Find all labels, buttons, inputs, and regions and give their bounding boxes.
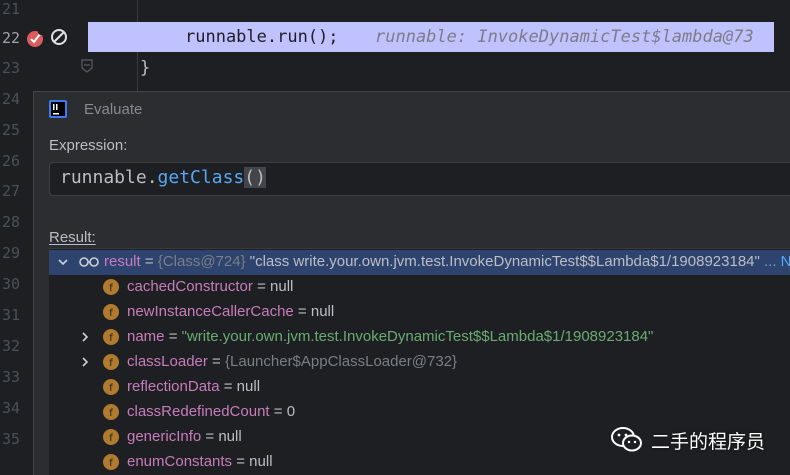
inline-debug-value[interactable]: runnable: InvokeDynamicTest$lambda@73: [375, 27, 754, 47]
wechat-icon: [611, 427, 642, 452]
expression-identifier: runnable: [60, 167, 147, 188]
result-value: "class write.your.own.jvm.test.InvokeDyn…: [245, 253, 760, 270]
result-root-row[interactable]: result = {Class@724} "class write.your.o…: [49, 250, 790, 275]
field-icon: f: [103, 454, 119, 470]
svg-text:f: f: [109, 283, 113, 294]
expression-parens: (): [244, 167, 266, 188]
field-equals: =: [219, 378, 237, 395]
field-row[interactable]: f reflectionData = null: [49, 375, 790, 400]
result-label: Result:: [49, 229, 96, 246]
field-row[interactable]: f newInstanceCallerCache = null: [49, 300, 790, 325]
field-equals: =: [207, 353, 225, 370]
field-icon: f: [103, 304, 119, 320]
svg-text:f: f: [109, 333, 113, 344]
mute-breakpoints-icon[interactable]: [50, 28, 68, 46]
line-number: 35: [1, 430, 20, 448]
field-icon: f: [103, 404, 119, 420]
line-number: 27: [1, 182, 20, 200]
svg-text:f: f: [109, 458, 113, 469]
svg-text:f: f: [109, 308, 113, 319]
field-equals: =: [201, 428, 219, 445]
line-number: 23: [1, 59, 20, 77]
chevron-right-icon[interactable]: [79, 356, 91, 368]
result-ref: {Class@724}: [157, 253, 246, 270]
result-name: result: [104, 253, 141, 270]
field-row[interactable]: f classLoader = {Launcher$AppClassLoader@…: [49, 350, 790, 375]
dialog-header[interactable]: Evaluate: [34, 92, 790, 126]
field-equals: =: [269, 403, 287, 420]
field-equals: =: [293, 303, 311, 320]
field-equals: =: [252, 278, 271, 295]
line-number: 32: [1, 337, 20, 355]
field-name: cachedConstructor: [127, 278, 253, 295]
field-name: genericInfo: [127, 428, 202, 445]
field-value: 0: [286, 403, 296, 420]
fold-marker-icon[interactable]: [80, 58, 94, 74]
intellij-logo-icon: [49, 100, 67, 118]
line-number: 29: [1, 244, 20, 262]
svg-text:f: f: [109, 383, 113, 394]
field-icon: f: [103, 379, 119, 395]
line-number: 21: [1, 0, 20, 18]
field-row[interactable]: f cachedConstructor = null: [49, 275, 790, 300]
field-row[interactable]: f name = "write.your.own.jvm.test.InvokeD…: [49, 325, 790, 350]
line-number: 25: [1, 121, 20, 139]
watermark-text: 二手的程序员: [651, 431, 766, 453]
field-name: reflectionData: [127, 378, 220, 395]
line-number: 31: [1, 306, 20, 324]
field-icon: f: [103, 279, 119, 295]
chevron-right-icon[interactable]: [79, 331, 91, 343]
svg-text:f: f: [109, 433, 113, 444]
line-number: 24: [1, 90, 20, 108]
dialog-title: Evaluate: [84, 101, 143, 118]
line-number: 33: [1, 368, 20, 386]
editor-scrollbar[interactable]: [774, 0, 790, 90]
expression-label: Expression:: [49, 137, 128, 154]
expression-input[interactable]: runnable.getClass(): [49, 162, 790, 196]
svg-text:f: f: [109, 358, 113, 369]
field-value: null: [249, 453, 273, 470]
field-name: name: [127, 328, 165, 345]
field-value: null: [218, 428, 242, 445]
expression-dot: .: [146, 167, 158, 188]
evaluate-dialog: Evaluate Expression: runnable.getClass()…: [33, 91, 790, 475]
navigate-link[interactable]: ... Nav: [760, 253, 790, 270]
field-name: enumConstants: [127, 453, 233, 470]
line-number: 26: [1, 152, 20, 170]
field-name: newInstanceCallerCache: [127, 303, 294, 320]
field-icon: f: [103, 354, 119, 370]
code-line-22[interactable]: runnable.run();: [185, 27, 339, 47]
field-equals: =: [164, 328, 182, 345]
line-number: 28: [1, 213, 20, 231]
result-equals: =: [140, 253, 158, 270]
expression-method: getClass: [157, 167, 245, 188]
indent-guide: [137, 0, 138, 22]
svg-text:f: f: [109, 408, 113, 419]
line-number: 30: [1, 275, 20, 293]
chevron-down-icon[interactable]: [57, 256, 69, 268]
field-value: "write.your.own.jvm.test.InvokeDynamicTe…: [181, 328, 654, 345]
field-icon: f: [103, 329, 119, 345]
field-equals: =: [232, 453, 250, 470]
field-value: {Launcher$AppClassLoader@732}: [225, 353, 458, 370]
field-row[interactable]: f classRedefinedCount = 0: [49, 400, 790, 425]
watch-glasses-icon: [79, 257, 99, 267]
field-icon: f: [103, 429, 119, 445]
expression-text[interactable]: runnable.getClass(): [60, 167, 266, 188]
breakpoint-hit-icon[interactable]: [26, 28, 46, 48]
field-value: null: [270, 278, 294, 295]
code-line-23[interactable]: }: [140, 58, 150, 78]
field-value: null: [310, 303, 335, 320]
line-number-active: 22: [1, 29, 20, 47]
field-value: null: [236, 378, 261, 395]
line-number: 34: [1, 399, 20, 417]
field-name: classRedefinedCount: [127, 403, 270, 420]
field-name: classLoader: [127, 353, 208, 370]
